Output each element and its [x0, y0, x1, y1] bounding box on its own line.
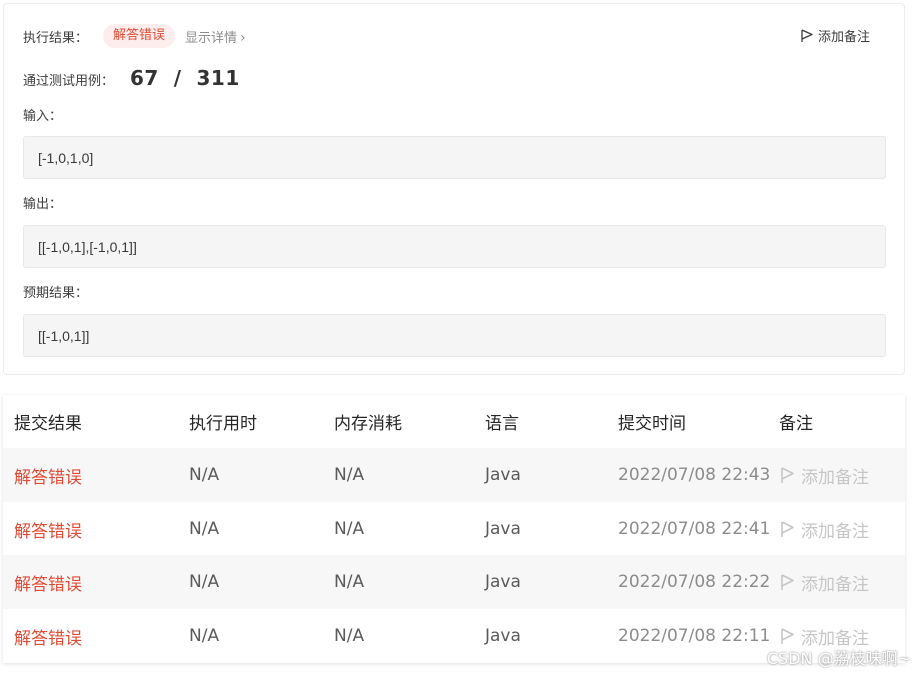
row-memory: N/A	[334, 572, 365, 592]
input-label: 输入：	[23, 109, 63, 124]
header-language: 语言	[485, 414, 519, 434]
header-runtime: 执行用时	[189, 414, 257, 434]
table-row: 解答错误 N/A N/A Java 2022/07/08 22:41 添加备注	[3, 502, 905, 556]
row-add-note-button[interactable]: 添加备注	[779, 570, 869, 595]
header-time: 提交时间	[618, 414, 686, 434]
row-runtime: N/A	[189, 519, 220, 539]
row-runtime: N/A	[189, 572, 220, 592]
status-badge: 解答错误	[103, 24, 176, 48]
row-add-note-label: 添加备注	[801, 467, 869, 488]
header-note: 备注	[779, 414, 813, 434]
row-time: 2022/07/08 22:41	[618, 519, 771, 539]
row-add-note-label: 添加备注	[801, 521, 869, 542]
flag-icon	[781, 627, 794, 644]
row-language: Java	[485, 572, 521, 592]
output-value: [[-1,0,1],[-1,0,1]]	[23, 225, 886, 268]
flag-icon	[781, 466, 794, 483]
row-add-note-button[interactable]: 添加备注	[779, 463, 869, 488]
header-status: 提交结果	[14, 414, 82, 434]
row-time: 2022/07/08 22:43	[618, 465, 771, 485]
add-note-label: 添加备注	[817, 30, 870, 45]
row-status-link[interactable]: 解答错误	[14, 624, 82, 649]
row-memory: N/A	[334, 519, 365, 539]
result-card: 执行结果： 解答错误 显示详情 › 添加备注 通过测试用例： 67 / 311 输…	[3, 3, 905, 375]
header-memory: 内存消耗	[334, 414, 402, 434]
row-status-link[interactable]: 解答错误	[14, 570, 82, 595]
add-note-button[interactable]: 添加备注	[800, 26, 870, 45]
input-value: [-1,0,1,0]	[23, 136, 886, 179]
row-add-note-button[interactable]: 添加备注	[779, 517, 869, 542]
passed-row: 通过测试用例： 67 / 311	[23, 66, 240, 90]
flag-icon	[781, 573, 794, 590]
chevron-right-icon: ›	[240, 29, 246, 46]
row-status-link[interactable]: 解答错误	[14, 463, 82, 488]
row-memory: N/A	[334, 465, 365, 485]
expected-label: 预期结果：	[23, 286, 89, 301]
table-header: 提交结果 执行用时 内存消耗 语言 提交时间 备注	[3, 395, 905, 448]
result-row: 执行结果： 解答错误 显示详情 ›	[23, 24, 246, 48]
show-details-link[interactable]: 显示详情 ›	[185, 27, 246, 46]
row-time: 2022/07/08 22:11	[618, 626, 771, 646]
row-add-note-label: 添加备注	[801, 574, 869, 595]
row-memory: N/A	[334, 626, 365, 646]
row-language: Java	[485, 519, 521, 539]
row-language: Java	[485, 465, 521, 485]
csdn-watermark: CSDN @荔枝味啊~	[766, 649, 911, 668]
output-label: 输出：	[23, 197, 63, 212]
flag-icon	[801, 28, 813, 42]
passed-label: 通过测试用例：	[23, 74, 115, 89]
row-runtime: N/A	[189, 465, 220, 485]
table-row: 解答错误 N/A N/A Java 2022/07/08 22:22 添加备注	[3, 555, 905, 609]
row-language: Java	[485, 626, 521, 646]
result-label: 执行结果：	[23, 30, 89, 46]
show-details-label: 显示详情	[185, 30, 238, 46]
submission-history-table: 提交结果 执行用时 内存消耗 语言 提交时间 备注 解答错误 N/A N/A J…	[3, 395, 905, 663]
row-time: 2022/07/08 22:22	[618, 572, 771, 592]
passed-count: 67 / 311	[130, 66, 240, 90]
expected-value: [[-1,0,1]]	[23, 314, 886, 357]
flag-icon	[781, 520, 794, 537]
row-runtime: N/A	[189, 626, 220, 646]
table-row: 解答错误 N/A N/A Java 2022/07/08 22:43 添加备注	[3, 448, 905, 502]
row-status-link[interactable]: 解答错误	[14, 517, 82, 542]
